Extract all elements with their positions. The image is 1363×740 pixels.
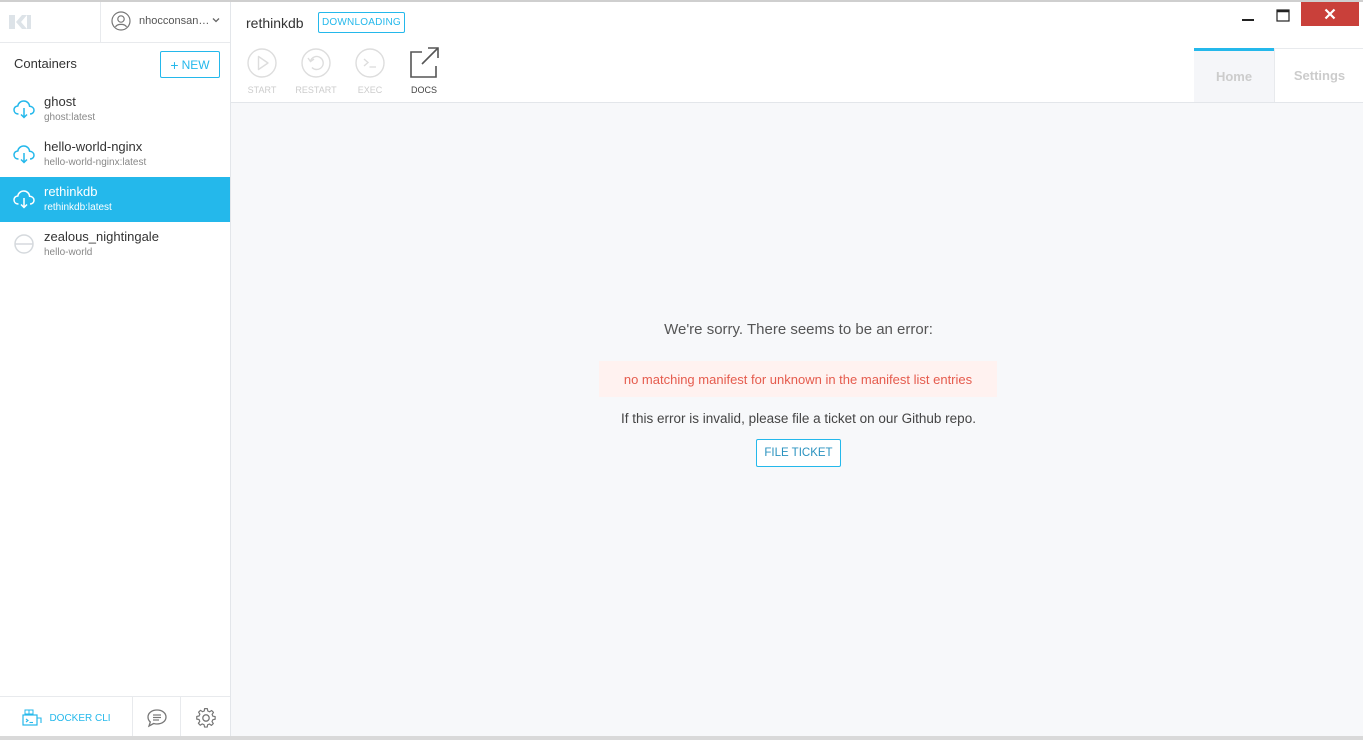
maximize-button[interactable] bbox=[1268, 2, 1298, 28]
docs-button[interactable]: DOCS bbox=[395, 46, 449, 101]
container-name: hello-world-nginx bbox=[44, 139, 143, 154]
restart-label: RESTART bbox=[295, 85, 337, 95]
user-menu[interactable]: nhocconsanh... bbox=[100, 2, 231, 42]
status-badge: DOWNLOADING bbox=[318, 12, 405, 33]
container-item-ghost[interactable]: ghost ghost:latest bbox=[0, 87, 230, 132]
close-icon bbox=[1324, 8, 1336, 20]
user-circle-icon bbox=[111, 11, 131, 31]
terminal-icon bbox=[355, 48, 385, 78]
cloud-download-icon bbox=[13, 145, 35, 164]
sidebar-footer: DOCKER CLI bbox=[0, 696, 230, 739]
container-image: hello-world-nginx:latest bbox=[44, 157, 147, 168]
container-image: rethinkdb:latest bbox=[44, 202, 112, 213]
error-subtitle: If this error is invalid, please file a … bbox=[621, 411, 976, 426]
close-button[interactable] bbox=[1301, 2, 1359, 26]
minimize-icon bbox=[1242, 19, 1254, 21]
restart-button[interactable]: RESTART bbox=[287, 46, 341, 101]
container-image: ghost:latest bbox=[44, 112, 96, 123]
play-icon bbox=[247, 48, 277, 78]
minimize-button[interactable] bbox=[1233, 2, 1263, 28]
sidebar-top-bar: nhocconsanh... bbox=[0, 2, 230, 43]
start-label: START bbox=[247, 85, 277, 95]
cloud-download-icon bbox=[13, 190, 35, 209]
maximize-icon bbox=[1276, 8, 1290, 22]
start-button[interactable]: START bbox=[233, 46, 287, 101]
tab-settings[interactable]: Settings bbox=[1274, 48, 1363, 102]
new-button-label: NEW bbox=[181, 57, 210, 72]
new-container-button[interactable]: + NEW bbox=[160, 51, 220, 78]
cloud-download-icon bbox=[13, 100, 35, 119]
container-title: rethinkdb bbox=[246, 15, 304, 31]
gear-icon bbox=[195, 708, 216, 728]
sidebar: nhocconsanh... Containers + NEW ghost gh… bbox=[0, 2, 231, 739]
exec-button[interactable]: EXEC bbox=[341, 46, 395, 101]
container-name: ghost bbox=[44, 94, 76, 109]
docs-label: DOCS bbox=[410, 85, 437, 95]
exec-label: EXEC bbox=[357, 85, 383, 95]
preferences-button[interactable] bbox=[181, 697, 230, 739]
container-name: zealous_nightingale bbox=[44, 229, 159, 244]
kitematic-logo bbox=[9, 15, 31, 29]
username: nhocconsanh... bbox=[139, 15, 211, 27]
feedback-button[interactable] bbox=[133, 697, 181, 739]
container-name: rethinkdb bbox=[44, 184, 98, 199]
docker-whale-icon bbox=[22, 709, 42, 726]
stopped-icon bbox=[14, 234, 34, 254]
error-message: no matching manifest for unknown in the … bbox=[599, 361, 997, 397]
docker-cli-button[interactable]: DOCKER CLI bbox=[0, 697, 133, 739]
error-title: We're sorry. There seems to be an error: bbox=[664, 321, 933, 338]
container-list: ghost ghost:latest hello-world-nginx hel… bbox=[0, 87, 230, 267]
error-panel: We're sorry. There seems to be an error:… bbox=[231, 103, 1363, 736]
containers-heading: Containers bbox=[14, 56, 77, 71]
container-image: hello-world bbox=[44, 247, 93, 258]
container-item-zealous-nightingale[interactable]: zealous_nightingale hello-world bbox=[0, 222, 230, 267]
window-bottom-border bbox=[0, 736, 1363, 740]
container-item-rethinkdb[interactable]: rethinkdb rethinkdb:latest bbox=[0, 177, 230, 222]
tab-home[interactable]: Home bbox=[1194, 48, 1274, 102]
docker-cli-label: DOCKER CLI bbox=[49, 712, 111, 724]
container-header: rethinkdb DOWNLOADING START RESTART EXEC bbox=[231, 2, 1363, 103]
chat-bubble-icon bbox=[146, 709, 167, 728]
plus-icon: + bbox=[170, 56, 179, 73]
restart-icon bbox=[301, 48, 331, 78]
file-ticket-button[interactable]: FILE TICKET bbox=[756, 439, 841, 467]
chevron-down-icon bbox=[212, 18, 220, 23]
container-item-hello-world-nginx[interactable]: hello-world-nginx hello-world-nginx:late… bbox=[0, 132, 230, 177]
external-link-icon bbox=[410, 47, 439, 78]
